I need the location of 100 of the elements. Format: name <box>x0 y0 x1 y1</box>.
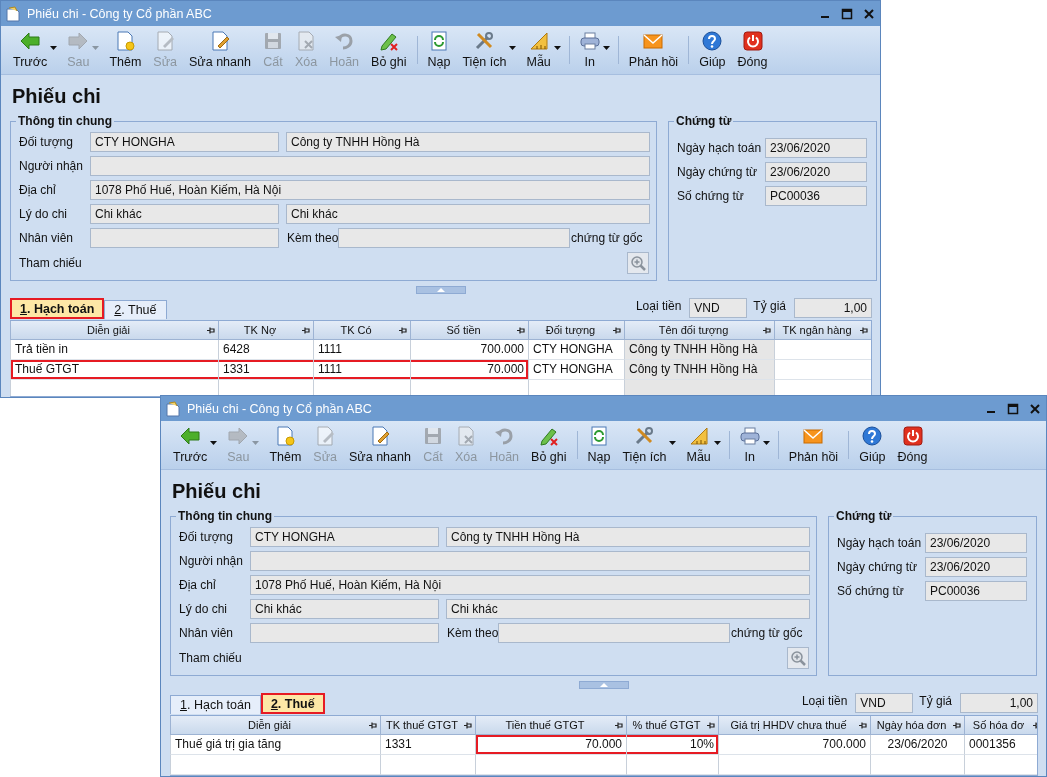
tab[interactable]: 2. Thuế <box>260 693 325 714</box>
input-field[interactable]: 1078 Phố Huế, Hoàn Kiếm, Hà Nội <box>90 180 650 200</box>
column-header[interactable]: TK ngân hàng <box>774 321 871 340</box>
input-field[interactable] <box>250 623 439 643</box>
column-header[interactable]: Giá trị HHDV chưa thuế <box>718 716 870 735</box>
input-field[interactable]: Chi khác <box>286 204 650 224</box>
input-field[interactable] <box>338 228 570 248</box>
input-field[interactable] <box>498 623 730 643</box>
input-field[interactable]: 23/06/2020 <box>765 138 867 158</box>
caret-icon[interactable] <box>509 46 517 50</box>
pin-icon[interactable] <box>516 326 525 335</box>
input-field[interactable]: 1,00 <box>960 693 1038 713</box>
caret-icon[interactable] <box>210 441 218 445</box>
toolbar-button[interactable]: Đóng <box>731 26 774 71</box>
close-icon[interactable] <box>1028 401 1042 416</box>
pin-icon[interactable] <box>301 326 310 335</box>
toolbar-button[interactable]: Bỏ ghi <box>525 421 573 466</box>
tab[interactable]: 1. Hạch toán <box>170 695 261 714</box>
input-field[interactable]: CTY HONGHA <box>250 527 439 547</box>
table-cell: 0001356 <box>964 735 1037 755</box>
column-header[interactable]: Số hóa đơ <box>964 716 1037 735</box>
column-header[interactable]: Diễn giải <box>10 321 218 340</box>
caret-icon[interactable] <box>50 46 58 50</box>
pin-icon[interactable] <box>952 721 961 730</box>
table-cell: 1111 <box>313 360 410 380</box>
toolbar-button[interactable]: Mẫu <box>680 421 717 466</box>
zoom-in-icon <box>630 255 646 271</box>
caret-icon[interactable] <box>762 441 770 445</box>
pin-icon[interactable] <box>368 721 377 730</box>
column-header[interactable]: Số tiền <box>410 321 528 340</box>
pin-icon[interactable] <box>612 326 621 335</box>
collapse-handle[interactable] <box>579 681 629 689</box>
input-field[interactable]: VND <box>855 693 914 713</box>
toolbar-button[interactable]: Nạp <box>421 26 457 71</box>
close-icon[interactable] <box>862 6 876 21</box>
toolbar-button[interactable]: Đóng <box>891 421 934 466</box>
input-field[interactable]: 1078 Phố Huế, Hoàn Kiếm, Hà Nội <box>250 575 810 595</box>
column-header[interactable]: Ngày hóa đơn <box>870 716 964 735</box>
input-field[interactable]: Công ty TNHH Hồng Hà <box>446 527 810 547</box>
toolbar-button[interactable]: Sửa nhanh <box>183 26 257 71</box>
caret-icon[interactable] <box>602 46 610 50</box>
caret-icon[interactable] <box>669 441 677 445</box>
column-header[interactable]: Diễn giải <box>170 716 380 735</box>
pin-icon[interactable] <box>398 326 407 335</box>
column-header[interactable]: % thuế GTGT <box>626 716 718 735</box>
input-field[interactable]: 23/06/2020 <box>925 557 1027 577</box>
input-field[interactable] <box>250 551 810 571</box>
column-header[interactable]: Tiền thuế GTGT <box>475 716 626 735</box>
toolbar-button[interactable]: In <box>573 26 606 71</box>
toolbar-button[interactable]: Sửa nhanh <box>343 421 417 466</box>
column-header[interactable]: TK Có <box>313 321 410 340</box>
toolbar-button[interactable]: Giúp <box>853 421 892 466</box>
tab[interactable]: 2. Thuế <box>104 300 167 319</box>
column-header[interactable]: TK thuế GTGT <box>380 716 475 735</box>
input-field[interactable]: CTY HONGHA <box>90 132 279 152</box>
toolbar-button[interactable]: Bỏ ghi <box>365 26 413 71</box>
collapse-handle[interactable] <box>416 286 466 294</box>
toolbar-button[interactable]: Trước <box>167 421 214 466</box>
toolbar-button[interactable]: Tiện ích <box>456 26 513 71</box>
input-field[interactable] <box>90 228 279 248</box>
toolbar-button[interactable]: Trước <box>7 26 54 71</box>
maximize-icon[interactable] <box>1006 401 1020 416</box>
table-cell: Trả tiền in <box>10 340 218 360</box>
toolbar-button[interactable]: Giúp <box>693 26 732 71</box>
input-field[interactable]: 1,00 <box>794 298 872 318</box>
tab[interactable]: 1. Hạch toán <box>10 298 105 319</box>
pin-icon[interactable] <box>614 721 623 730</box>
pin-icon[interactable] <box>762 326 771 335</box>
toolbar-button[interactable]: Phản hồi <box>622 26 685 71</box>
pin-icon[interactable] <box>859 326 868 335</box>
refresh-icon <box>589 426 609 446</box>
toolbar-button[interactable]: Mẫu <box>520 26 557 71</box>
input-field[interactable]: VND <box>689 298 748 318</box>
toolbar-button[interactable]: Thêm <box>263 421 308 466</box>
input-field[interactable]: 23/06/2020 <box>925 533 1027 553</box>
pin-icon[interactable] <box>206 326 215 335</box>
toolbar-button[interactable]: Thêm <box>103 26 148 71</box>
input-field[interactable] <box>90 156 650 176</box>
toolbar-button[interactable]: Nạp <box>581 421 617 466</box>
input-field[interactable]: PC00036 <box>925 581 1027 601</box>
column-header[interactable]: Đối tượng <box>528 321 624 340</box>
input-field[interactable]: Công ty TNHH Hồng Hà <box>286 132 650 152</box>
lookup-button[interactable] <box>787 647 809 669</box>
input-field[interactable]: Chi khác <box>90 204 279 224</box>
input-field[interactable]: 23/06/2020 <box>765 162 867 182</box>
input-field[interactable]: Chi khác <box>446 599 810 619</box>
maximize-icon[interactable] <box>840 6 854 21</box>
input-field[interactable]: PC00036 <box>765 186 867 206</box>
pin-icon[interactable] <box>858 721 867 730</box>
input-field[interactable]: Chi khác <box>250 599 439 619</box>
caret-icon[interactable] <box>553 46 561 50</box>
pin-icon[interactable] <box>463 721 472 730</box>
toolbar-button[interactable]: Phản hồi <box>782 421 845 466</box>
field-label: Ngày chứng từ <box>677 165 759 179</box>
column-header[interactable]: TK Nợ <box>218 321 313 340</box>
toolbar-button[interactable]: In <box>733 421 766 466</box>
lookup-button[interactable] <box>627 252 649 274</box>
pin-icon[interactable] <box>706 721 715 730</box>
caret-icon[interactable] <box>713 441 721 445</box>
toolbar-button[interactable]: Tiện ích <box>616 421 673 466</box>
